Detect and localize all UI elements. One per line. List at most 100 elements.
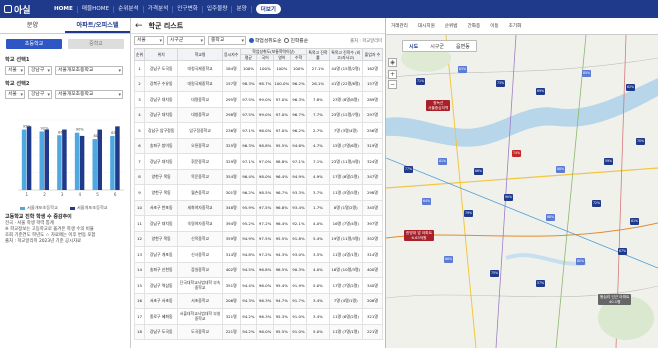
table-row[interactable]: 15 강남구 역삼동 단국대학교사범대학 부속중학교 351명 94.4% 96.0% 95… [134, 277, 384, 294]
map-tool-2[interactable]: 대시지원 [413, 23, 440, 29]
table-cell: 347명 [361, 168, 384, 185]
map-pin[interactable]: 64% [422, 198, 431, 205]
col-special-rate[interactable]: 특목고 진학률 [306, 48, 330, 61]
table-row[interactable]: 2 강북구 수유동 대원국제중학교 157명 98.3% 98.7% 100.0% 96.2%… [134, 75, 384, 92]
map-pin[interactable]: 74% [512, 150, 521, 157]
elementary-button[interactable]: 초등학교 [6, 39, 62, 49]
more-button[interactable]: 더보기 [255, 4, 281, 14]
map-pin[interactable]: 70% [636, 138, 645, 145]
table-row[interactable]: 10 서초구 반포동 세화여자중학교 348명 95.9% 97.5% 96.8% 93.4%… [134, 199, 384, 216]
map-level-eupmyeondong[interactable]: 읍면동 [450, 43, 476, 50]
nav-supply[interactable]: 입주물량 [203, 5, 233, 13]
map-pin[interactable]: 88% [556, 166, 565, 173]
col-school[interactable]: 학교명 [177, 48, 223, 61]
app-logo[interactable]: 아실 [4, 3, 50, 16]
map-pin[interactable]: 57% [536, 280, 545, 287]
map-pin[interactable]: 66% [474, 168, 483, 175]
table-row[interactable]: 12 양천구 목동 신목중학교 359명 94.9% 97.5% 95.5% 91.8% 5.4… [134, 230, 384, 247]
map-tool-4[interactable]: 간화종 [463, 23, 486, 29]
school-select-1[interactable]: 서울개포초등학교 [55, 66, 123, 75]
nav-home[interactable]: HOME [50, 5, 78, 13]
map-pin[interactable]: 71% [416, 78, 425, 85]
region-select[interactable]: 서울 [134, 36, 164, 45]
col-rank[interactable]: 순위 [134, 48, 145, 61]
zoom-in-icon[interactable]: + [388, 70, 397, 79]
table-row[interactable]: 11 강남구 대치동 숙명여자중학교 394명 95.2% 97.2% 96.4% 92.1%… [134, 215, 384, 232]
table-row[interactable]: 16 서초구 서초동 서초중학교 206명 94.3% 96.3% 94.7% 91.7% 3.… [134, 292, 384, 309]
map-pin[interactable]: 81% [438, 158, 447, 165]
map-pin[interactable]: 69% [536, 88, 545, 95]
table-row[interactable]: 18 강남구 도곡동 도곡중학교 221명 94.2% 96.0% 95.5% 91.0% 5.… [134, 323, 384, 340]
table-row[interactable]: 8 양천구 목동 목운중학교 354명 96.4% 98.0% 96.4% 94.9% 4.9%… [134, 168, 384, 185]
map-pin[interactable]: 72% [592, 200, 601, 207]
zoom-out-icon[interactable]: − [388, 80, 397, 89]
sigungu-select-1[interactable]: 강남구 [28, 66, 52, 75]
compass-icon[interactable]: ◈ [388, 58, 397, 67]
sort-achievement-radio[interactable]: 학업성취도순 [249, 37, 281, 44]
map-callout-1[interactable]: 정녹선 서울중심지역 [426, 100, 451, 111]
nav-population[interactable]: 인구변화 [173, 5, 203, 13]
table-cell: 대명중학교 [177, 91, 223, 108]
map-tool-5[interactable]: 이동 [485, 23, 503, 29]
nav-ranking[interactable]: 순위분석 [114, 5, 144, 13]
table-cell: 97.1% [289, 153, 308, 170]
school-select-2[interactable]: 서울개포초등학교 [55, 90, 123, 99]
col-special-count[interactable]: 특목고 진학수 (외고/자사고) [328, 48, 363, 61]
table-row[interactable]: 14 송파구 신천동 잠실중학교 402명 94.5% 96.8% 96.5% 90.3% 4.… [134, 261, 384, 278]
map-pin[interactable]: 77% [404, 166, 413, 173]
map-pin[interactable]: 83% [458, 66, 467, 73]
table-row[interactable]: 1 강남구 도곡동 대청국제중학교 184명 100% 100% 100% 100% 27.1%… [134, 60, 384, 77]
col-examinees[interactable]: 응시자수 [221, 48, 241, 61]
map-level-sigungu[interactable]: 시구군 [424, 43, 450, 50]
map-callout-2[interactable]: 한양대 앞 아파트 6.63억원 [404, 230, 435, 241]
nav-price[interactable]: 가격분석 [144, 5, 174, 13]
table-row[interactable]: 3 강남구 대치동 대명중학교 295명 97.5% 99.0% 97.0% 96.3% 7.8… [134, 91, 384, 108]
table-cell: 98.7% [256, 75, 274, 92]
table-cell: 41명 (22명/8명) [328, 75, 363, 92]
map-pin[interactable]: 73% [496, 80, 505, 87]
table-row[interactable]: 9 양천구 목동 월촌중학교 301명 96.2% 98.5% 96.7% 93.3% 3.7%… [134, 184, 384, 201]
map-pin[interactable]: 61% [630, 218, 639, 225]
map-tool-6[interactable]: 초기화 [504, 23, 527, 29]
middle-school-button[interactable]: 중학교 [68, 39, 124, 49]
col-graduates[interactable]: 졸업자 수 [361, 48, 384, 61]
map-level-sido[interactable]: 시도 [403, 43, 424, 50]
table-cell: 5 [134, 122, 145, 139]
table-cell: 100.0% [272, 75, 291, 92]
map-tool-3[interactable]: 순위법 [440, 23, 463, 29]
table-row[interactable]: 6 송파구 방이동 오륜중학교 325명 96.3% 98.8% 95.5% 94.6% 4.7… [134, 137, 384, 154]
map-pin[interactable]: 90% [504, 194, 513, 201]
map-pin[interactable]: 79% [464, 210, 473, 217]
back-arrow-icon[interactable]: ← [135, 21, 143, 31]
table-cell: 97.1% [239, 153, 258, 170]
school-type-select[interactable]: 중학교 [208, 36, 246, 45]
sido-select-1[interactable]: 서울 [5, 66, 25, 75]
table-cell: 대청중학교 [177, 106, 223, 123]
table-row[interactable]: 17 종로구 혜화동 서울대학교사범대학 부설중학교 321명 94.2% 96.3% 95… [134, 308, 384, 325]
table-row[interactable]: 7 강남구 대치동 휘문중학교 329명 97.1% 97.0% 98.8% 97.1% 7.1… [134, 153, 384, 170]
map-pin[interactable]: 59% [604, 158, 613, 165]
table-row[interactable]: 5 강남구 압구정동 압구정중학교 236명 97.1% 96.0% 97.0% 96.2% 2… [134, 122, 384, 139]
map-pin[interactable]: 62% [626, 84, 635, 91]
nav-presale[interactable]: 분양 [232, 5, 252, 13]
table-row[interactable]: 13 강남구 개포동 신사중학교 314명 94.8% 97.2% 94.3% 93.0% 3.… [134, 246, 384, 263]
map-pin[interactable]: 80% [576, 258, 585, 265]
map-pin[interactable]: 67% [618, 248, 627, 255]
tab-presale[interactable]: 분양 [0, 18, 65, 33]
map-pin[interactable]: 75% [490, 270, 499, 277]
tab-apartment[interactable]: 아파트/오피스텔 [65, 18, 130, 33]
sigungu-select-2[interactable]: 강남구 [28, 90, 52, 99]
map-pin[interactable]: 68% [546, 214, 555, 221]
sort-advance-radio[interactable]: 진학률순 [284, 37, 308, 44]
district-select[interactable]: 시구군 [167, 36, 205, 45]
map-pin[interactable]: 85% [582, 70, 591, 77]
sido-select-2[interactable]: 서울 [5, 90, 25, 99]
col-location[interactable]: 위치 [143, 48, 179, 61]
map-pin[interactable]: 86% [444, 256, 453, 263]
map-view[interactable]: 거래관리 대시지원 순위법 간화종 이동 초기화 시도 시구군 읍면동 ◈ + … [386, 18, 658, 348]
table-cell: 11명 (7명/1명) [328, 323, 363, 340]
map-tool-1[interactable]: 거래관리 [386, 23, 413, 29]
nav-listing-home[interactable]: 매물HOME [78, 5, 115, 13]
table-row[interactable]: 4 강남구 대치동 대청중학교 298명 97.5% 99.0% 97.0% 96.7% 7.7… [134, 106, 384, 123]
map-callout-3[interactable]: 왕십리 인근 아파트 40.1평 [598, 294, 632, 305]
